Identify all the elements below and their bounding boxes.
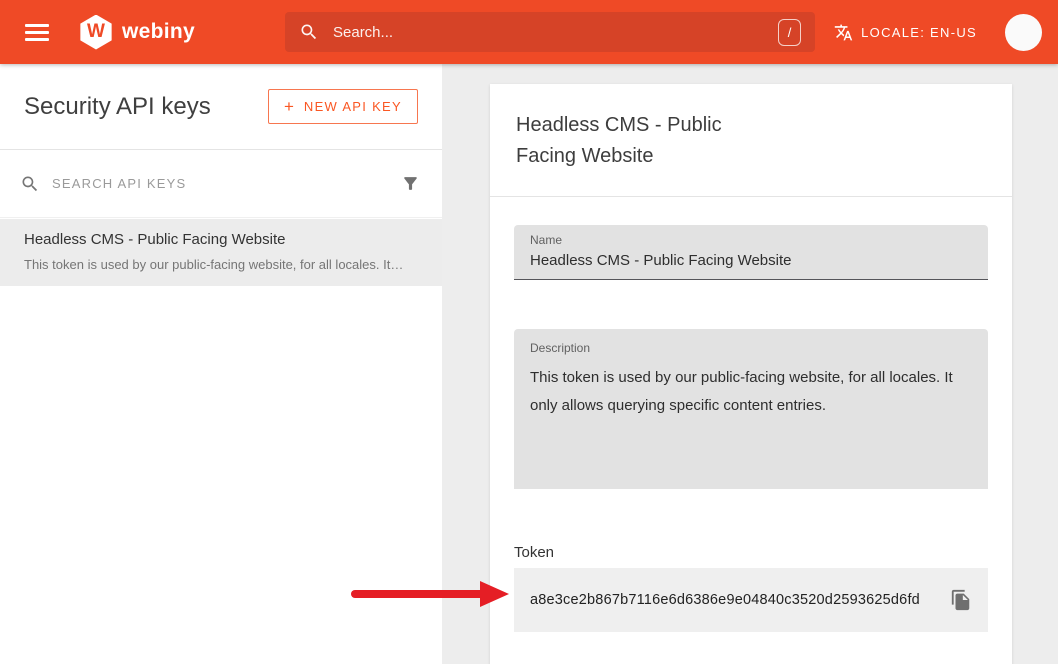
name-field[interactable]: Name Headless CMS - Public Facing Websit… (514, 225, 988, 280)
translate-icon (834, 23, 853, 42)
plus-icon: + (284, 100, 294, 114)
search-icon (299, 22, 319, 42)
name-field-value[interactable]: Headless CMS - Public Facing Website (530, 252, 972, 269)
list-search-input[interactable] (52, 176, 401, 191)
locale-selector[interactable]: LOCALE: EN-US (834, 23, 977, 42)
list-item-description: This token is used by our public-facing … (24, 257, 418, 272)
list-item[interactable]: Headless CMS - Public Facing Website Thi… (0, 219, 442, 286)
webiny-logo-icon: W (79, 15, 113, 50)
api-keys-list: Headless CMS - Public Facing Website Thi… (0, 219, 442, 286)
copy-icon (950, 589, 972, 611)
name-field-label: Name (530, 233, 972, 247)
token-label: Token (514, 544, 988, 561)
keyboard-shortcut-badge: / (778, 19, 801, 46)
search-input[interactable] (333, 24, 778, 41)
filter-icon (401, 174, 420, 193)
api-keys-list-panel: Security API keys + NEW API KEY Headless… (0, 64, 442, 664)
details-panel: Headless CMS - Public Facing Website Nam… (442, 64, 1058, 664)
new-api-key-label: NEW API KEY (304, 99, 402, 114)
user-avatar[interactable] (1005, 14, 1042, 51)
copy-token-button[interactable] (950, 589, 972, 611)
locale-label: LOCALE: EN-US (861, 25, 977, 40)
brand-wordmark: webiny (122, 20, 195, 44)
new-api-key-button[interactable]: + NEW API KEY (268, 89, 418, 124)
list-item-title: Headless CMS - Public Facing Website (24, 231, 418, 248)
token-value: a8e3ce2b867b7116e6d6386e9e04840c3520d259… (530, 592, 920, 608)
token-box: a8e3ce2b867b7116e6d6386e9e04840c3520d259… (514, 568, 988, 632)
global-search[interactable]: / (285, 12, 815, 52)
description-field-value[interactable]: This token is used by our public-facing … (530, 364, 972, 420)
webiny-logo: W webiny (79, 15, 195, 50)
page-title: Security API keys (24, 93, 211, 121)
filter-button[interactable] (401, 174, 420, 193)
description-field-label: Description (530, 341, 972, 355)
api-key-details-card: Headless CMS - Public Facing Website Nam… (490, 84, 1012, 664)
search-icon (20, 174, 40, 194)
details-title: Headless CMS - Public Facing Website (516, 110, 766, 172)
list-search-row (0, 150, 442, 218)
top-app-bar: W webiny / LOCALE: EN-US (0, 0, 1058, 64)
menu-icon[interactable] (25, 24, 49, 41)
description-field[interactable]: Description This token is used by our pu… (514, 329, 988, 489)
